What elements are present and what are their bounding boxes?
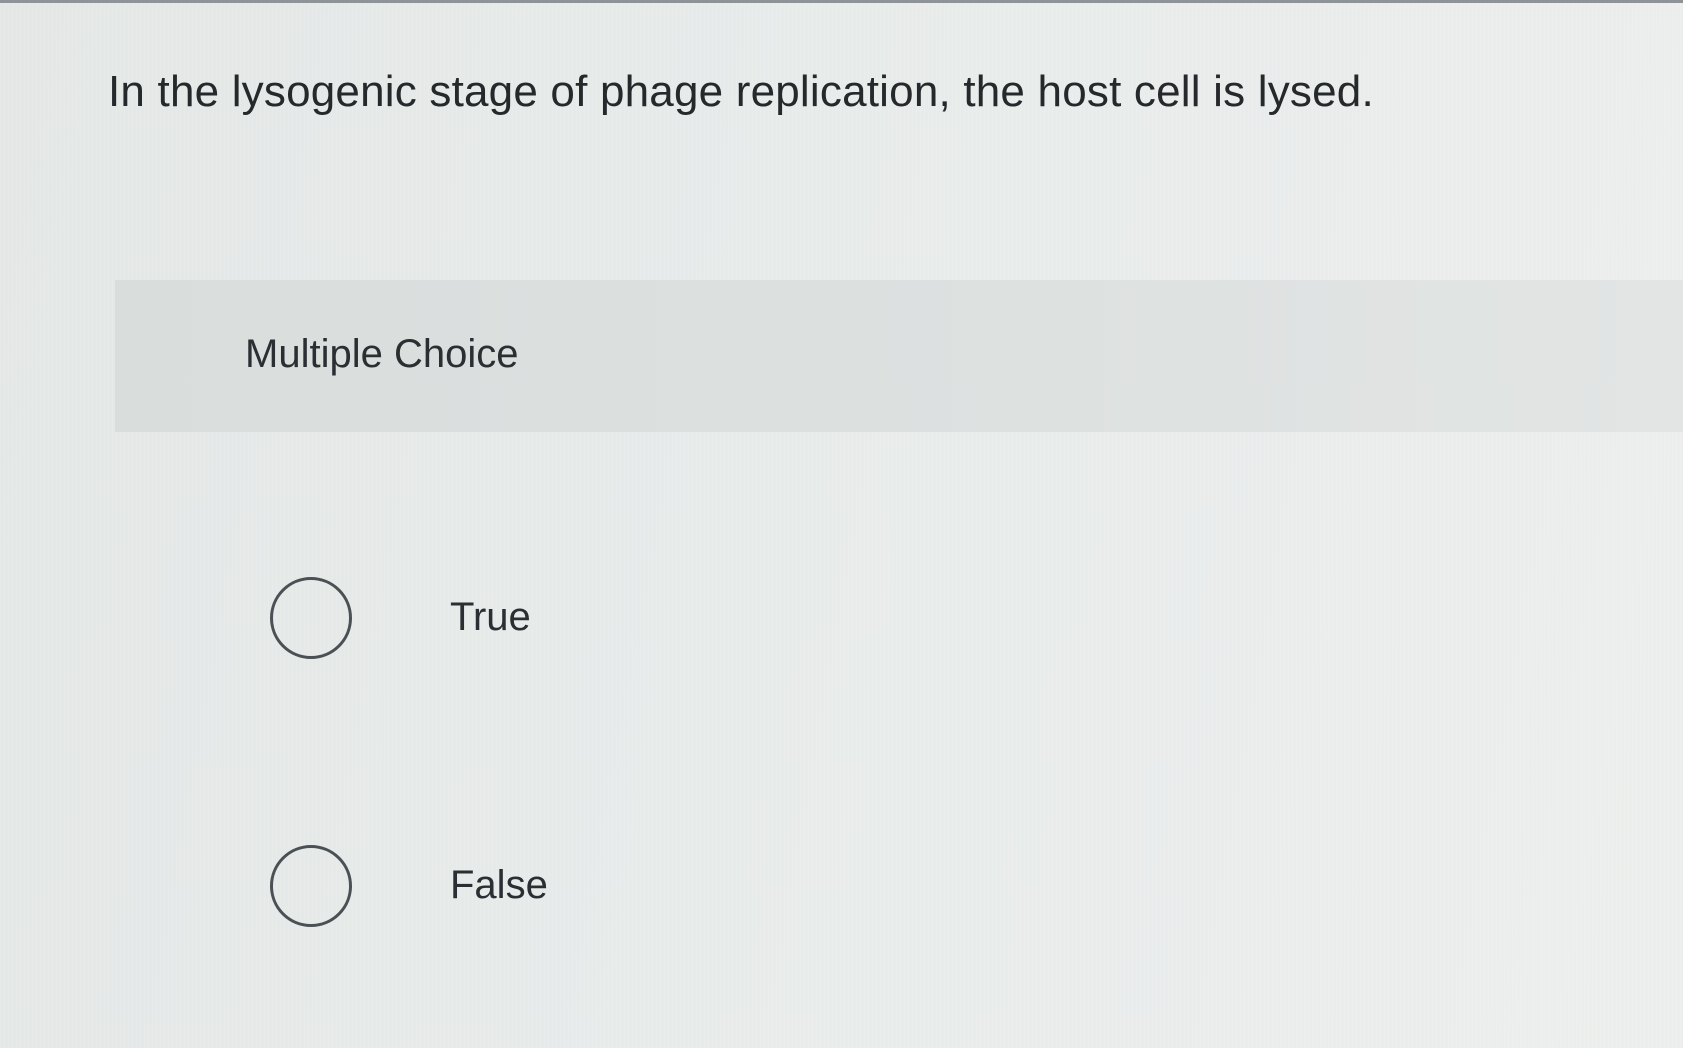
answer-option-true[interactable]: True — [270, 577, 870, 677]
radio-button-false[interactable] — [270, 845, 352, 927]
radio-button-true[interactable] — [270, 577, 352, 659]
answer-option-false[interactable]: False — [270, 845, 870, 945]
question-type-label: Multiple Choice — [245, 332, 519, 376]
answer-option-label[interactable]: False — [450, 861, 548, 909]
question-text: In the lysogenic stage of phage replicat… — [108, 67, 1374, 116]
answer-option-label[interactable]: True — [450, 593, 531, 641]
top-divider — [0, 0, 1683, 3]
